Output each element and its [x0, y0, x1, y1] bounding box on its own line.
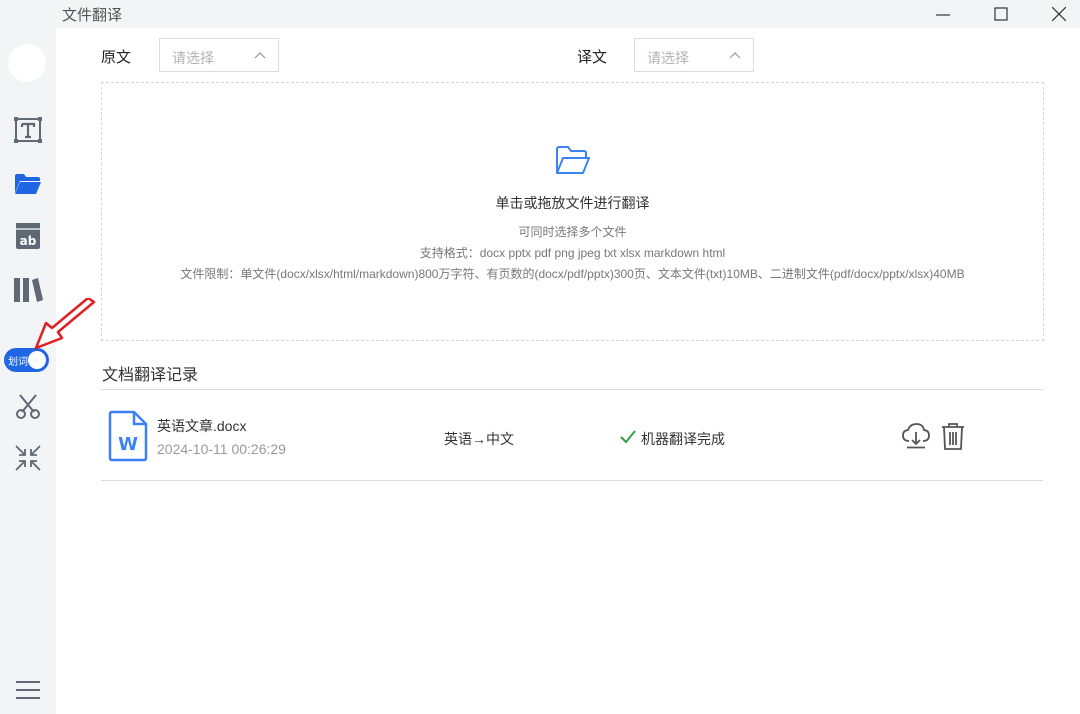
title-bar: 文件翻译: [0, 0, 1080, 28]
open-folder-icon: [556, 146, 590, 174]
sidebar-item-screenshot[interactable]: [8, 386, 48, 426]
dropzone-main-text: 单击或拖放文件进行翻译: [495, 195, 650, 211]
target-language-label: 译文: [577, 49, 608, 66]
dropzone-multi-text: 可同时选择多个文件: [518, 225, 627, 239]
sidebar-menu-button[interactable]: [8, 670, 48, 710]
svg-text:W: W: [118, 434, 138, 455]
maximize-icon: [994, 7, 1008, 21]
maximize-button[interactable]: [978, 0, 1024, 28]
close-icon: [1052, 7, 1066, 21]
download-cloud-icon: [902, 423, 930, 449]
check-icon: [620, 430, 636, 444]
chevron-up-icon: [254, 52, 266, 59]
collapse-icon: [15, 445, 41, 471]
trash-icon: [942, 423, 964, 450]
sidebar: ab 划词: [0, 28, 56, 714]
minimize-button[interactable]: [920, 0, 966, 28]
records-title: 文档翻译记录: [102, 367, 199, 384]
dropzone-limits-text: 文件限制：单文件(docx/xlsx/html/markdown)800万字符、…: [180, 267, 965, 281]
annotation-arrow-icon: [34, 298, 96, 350]
record-status: 机器翻译完成: [641, 431, 725, 447]
chevron-up-icon: [729, 52, 741, 59]
delete-button[interactable]: [939, 422, 967, 450]
folder-icon: [15, 174, 41, 194]
record-file-name: 英语文章.docx: [157, 418, 247, 434]
avatar[interactable]: [8, 44, 46, 82]
sidebar-item-file-translate[interactable]: [8, 164, 48, 204]
word-file-icon: W: [108, 410, 148, 462]
ab-document-icon: ab: [16, 223, 40, 249]
text-icon: [14, 117, 42, 143]
toggle-label: 划词: [8, 357, 28, 368]
target-language-placeholder: 请选择: [647, 50, 689, 66]
close-button[interactable]: [1036, 0, 1080, 28]
menu-icon: [16, 681, 40, 699]
minimize-icon: [936, 14, 950, 16]
svg-text:ab: ab: [20, 234, 37, 248]
record-divider: [101, 480, 1043, 481]
download-button[interactable]: [902, 422, 930, 450]
file-dropzone[interactable]: 单击或拖放文件进行翻译 可同时选择多个文件 支持格式：docx pptx pdf…: [101, 82, 1044, 341]
window-title: 文件翻译: [62, 7, 123, 24]
dropzone-formats-text: 支持格式：docx pptx pdf png jpeg txt xlsx mar…: [419, 246, 726, 260]
record-file-time: 2024-10-11 00:26:29: [157, 441, 286, 457]
records-divider: [101, 389, 1043, 390]
sidebar-item-mini-mode[interactable]: [8, 438, 48, 478]
record-direction: 英语→中文: [444, 431, 514, 447]
source-language-select[interactable]: 请选择: [159, 38, 279, 72]
scissors-icon: [16, 394, 40, 419]
target-language-select[interactable]: 请选择: [634, 38, 754, 72]
sidebar-item-document[interactable]: ab: [8, 216, 48, 256]
source-language-label: 原文: [101, 49, 132, 66]
sidebar-item-text-translate[interactable]: [8, 110, 48, 150]
source-language-placeholder: 请选择: [172, 50, 214, 66]
